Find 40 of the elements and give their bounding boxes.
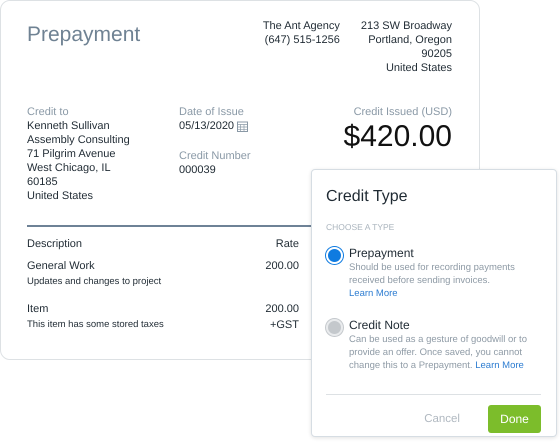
address-line: 213 SW Broadway [360, 19, 452, 33]
field-label: Credit Issued (USD) [354, 105, 452, 119]
tax-note: +GST [270, 318, 299, 332]
column-header: Description [27, 237, 82, 251]
item-rate: 200.00 [265, 302, 299, 316]
field-label: Date of Issue [179, 105, 244, 119]
client-line: Kenneth Sullivan [27, 119, 110, 133]
address-line: 90205 [421, 47, 452, 61]
radio-button[interactable] [326, 319, 343, 336]
agency-info: (647) 515-1256 [264, 33, 340, 47]
calendar-icon[interactable] [237, 120, 248, 132]
item-description: This item has some stored taxes [27, 318, 164, 332]
option-label[interactable]: Credit Note [349, 318, 541, 332]
document-title: Prepayment [27, 23, 142, 47]
option-description: Should be used for recording payments received before sending invoices. Learn More [349, 261, 516, 300]
issue-date: 05/13/2020 [179, 119, 234, 133]
address-line: Portland, Oregon [368, 33, 452, 47]
item-name: Item [27, 302, 48, 316]
learn-more-link[interactable]: Learn More [475, 360, 524, 371]
item-name: General Work [27, 259, 95, 273]
item-rate: 200.00 [265, 259, 299, 273]
section-label: CHOOSE A TYPE [326, 222, 396, 232]
field-label: Credit to [27, 105, 69, 119]
client-line: Assembly Consulting [27, 133, 130, 147]
field-label: Credit Number [179, 149, 251, 163]
address-line: United States [386, 61, 452, 75]
client-line: 60185 [27, 175, 58, 189]
credit-number: 000039 [179, 163, 216, 177]
item-description: Updates and changes to project [27, 275, 162, 289]
column-header: Rate [276, 237, 299, 251]
client-line: United States [27, 189, 94, 203]
done-button[interactable]: Done [488, 405, 541, 433]
learn-more-link[interactable]: Learn More [349, 288, 398, 299]
agency-info: The Ant Agency [262, 19, 340, 33]
client-line: 71 Pilgrim Avenue [27, 147, 116, 161]
option-label[interactable]: Prepayment [349, 246, 541, 260]
popup-title: Credit Type [326, 188, 409, 206]
credit-amount: $420.00 [344, 119, 452, 155]
client-line: West Chicago, IL [27, 161, 111, 175]
option-description: Can be used as a gesture of goodwill or to provide an offer. Once saved, you cannot change this to a Prepayment. Learn More [349, 333, 528, 372]
